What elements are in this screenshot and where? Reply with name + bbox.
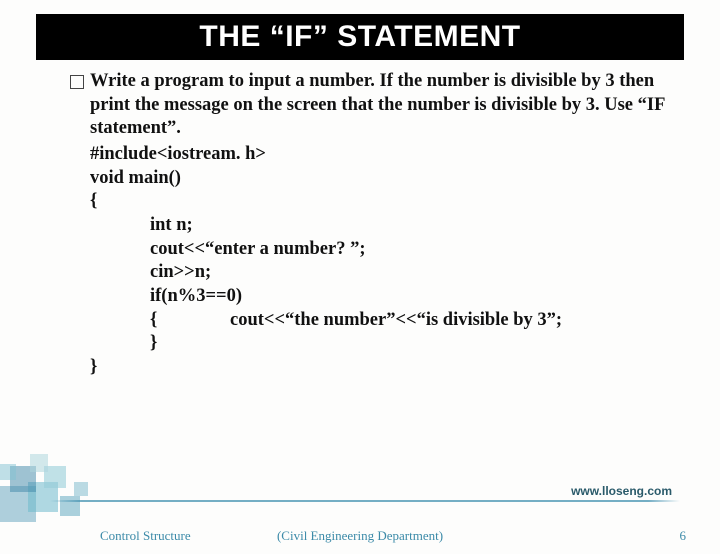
website-link: www.lloseng.com [567, 484, 676, 498]
code-line: cin>>n; [150, 261, 670, 285]
checkbox-icon [70, 75, 84, 89]
code-line: void main() [90, 167, 670, 191]
cout-statement: cout<<“the number”<<“is divisible by 3”; [230, 309, 562, 333]
code-block: #include<iostream. h> void main() { int … [90, 143, 670, 380]
code-line: } [90, 356, 670, 380]
footer-center: (Civil Engineering Department) [277, 528, 443, 544]
code-line: } [150, 332, 670, 356]
slide-number: 6 [680, 528, 687, 544]
decorative-squares-icon [0, 432, 130, 522]
slide-content: Write a program to input a number. If th… [0, 60, 720, 380]
slide-footer: Control Structure (Civil Engineering Dep… [0, 528, 720, 544]
open-brace: { [150, 309, 230, 333]
bullet-item: Write a program to input a number. If th… [70, 70, 670, 141]
code-line: int n; [150, 214, 670, 238]
code-line: { [90, 190, 670, 214]
slide-title: THE “IF” STATEMENT [36, 20, 684, 54]
code-line: #include<iostream. h> [90, 143, 670, 167]
footer-divider [50, 500, 680, 502]
code-line: { cout<<“the number”<<“is divisible by 3… [150, 309, 670, 333]
footer-left: Control Structure [100, 528, 191, 544]
problem-description: Write a program to input a number. If th… [90, 70, 670, 141]
code-line: cout<<“enter a number? ”; [150, 238, 670, 262]
code-line: if(n%3==0) [150, 285, 670, 309]
title-bar: THE “IF” STATEMENT [36, 14, 684, 60]
